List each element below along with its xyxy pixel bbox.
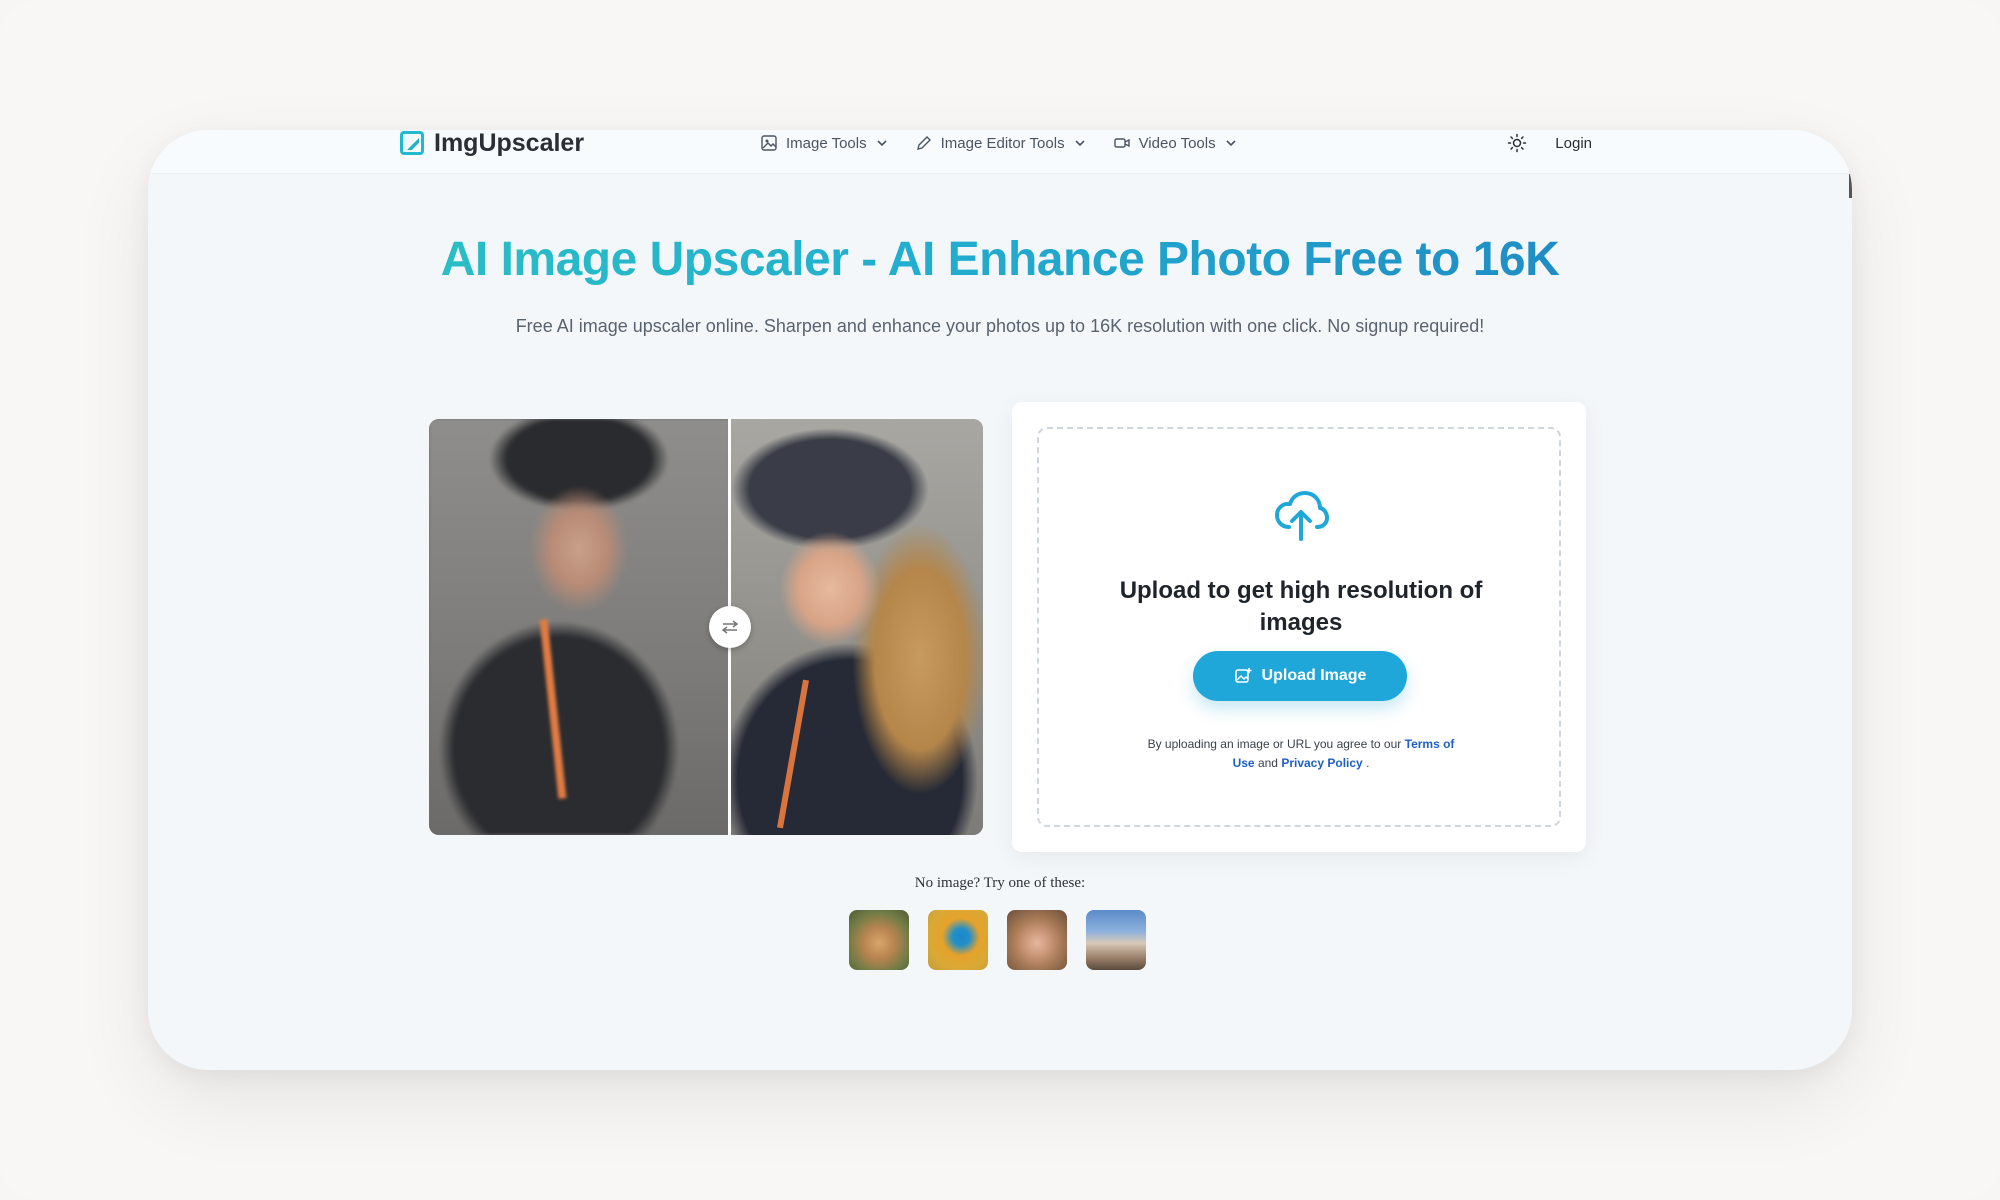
nav-item-label: Image Tools	[786, 134, 867, 152]
page-title: AI Image Upscaler - AI Enhance Photo Fre…	[148, 232, 1852, 287]
image-icon	[761, 135, 777, 151]
samples-label: No image? Try one of these:	[914, 875, 1086, 891]
nav-item-label: Image Editor Tools	[940, 134, 1065, 152]
terms-notice: By uploading an image or URL you agree t…	[1139, 735, 1463, 773]
chevron-down-icon	[1226, 140, 1236, 147]
sample-image-bird[interactable]	[928, 910, 988, 970]
nav-item-image-editor-tools[interactable]: Image Editor Tools	[915, 134, 1087, 152]
comparison-slider-handle[interactable]	[709, 606, 751, 648]
sun-icon[interactable]	[1507, 133, 1527, 153]
upload-button-label: Upload Image	[1261, 667, 1367, 684]
chevron-down-icon	[1075, 140, 1085, 147]
before-image	[429, 419, 730, 835]
logo[interactable]: ImgUpscaler	[400, 130, 585, 157]
terms-text: By uploading an image or URL you agree t…	[1147, 737, 1402, 751]
upload-dropzone[interactable]: Upload to get high resolution of images …	[1037, 427, 1561, 827]
cloud-upload-icon	[1275, 491, 1329, 541]
swap-arrows-icon	[721, 620, 739, 634]
after-image	[730, 419, 983, 835]
nav-right: Login	[1507, 130, 1592, 156]
navbar: ImgUpscaler Image Tools Image Editor Too…	[148, 130, 1852, 174]
sample-image-woman[interactable]	[1007, 910, 1067, 970]
nav-item-label: Video Tools	[1138, 134, 1216, 152]
nav-item-image-tools[interactable]: Image Tools	[760, 134, 889, 152]
logo-text: ImgUpscaler	[434, 130, 585, 157]
browser-window: ImgUpscaler Image Tools Image Editor Too…	[148, 130, 1852, 1070]
terms-and-text: and	[1257, 756, 1278, 770]
upload-card: Upload to get high resolution of images …	[1012, 402, 1586, 852]
terms-suffix: .	[1366, 756, 1370, 770]
chevron-down-icon	[877, 140, 887, 147]
upload-image-button[interactable]: Upload Image	[1193, 651, 1407, 701]
pencil-icon	[916, 136, 931, 150]
sample-images	[849, 910, 1146, 970]
logo-icon	[400, 131, 424, 155]
sample-image-building[interactable]	[1086, 910, 1146, 970]
image-add-icon	[1234, 668, 1252, 683]
sample-image-dog[interactable]	[849, 910, 909, 970]
page-subtitle: Free AI image upscaler online. Sharpen a…	[515, 316, 1485, 336]
nav-item-video-tools[interactable]: Video Tools	[1113, 134, 1238, 152]
scrollbar-thumb[interactable]	[1849, 170, 1852, 198]
upload-heading: Upload to get high resolution of images	[1119, 577, 1483, 636]
login-link[interactable]: Login	[1555, 135, 1592, 152]
before-after-comparison[interactable]	[429, 419, 983, 835]
privacy-policy-link[interactable]: Privacy Policy	[1281, 756, 1362, 770]
nav-menu: Image Tools Image Editor Tools Video Too…	[760, 130, 1238, 156]
video-camera-icon	[1113, 138, 1130, 148]
